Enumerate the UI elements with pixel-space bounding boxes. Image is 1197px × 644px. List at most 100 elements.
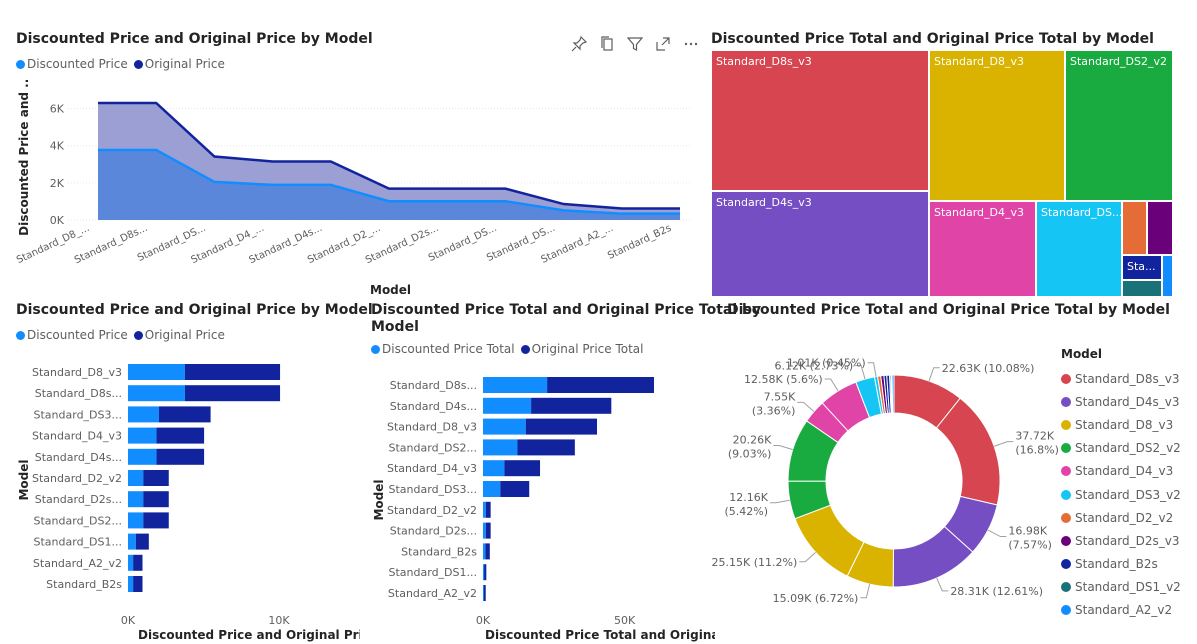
legend-label: Standard_A2_v2 [1075,603,1173,618]
legend-dot-icon [133,60,143,69]
category-label: Standard_DS1... [34,536,122,549]
bar-segment [485,501,491,518]
data-label-leader [867,362,877,377]
legend-label: Discounted Price [27,57,128,71]
donut-legend-item[interactable]: Standard_D8s_v3 [1061,367,1181,390]
bar-segment [500,481,530,497]
legend-dot-icon [1061,605,1071,616]
donut-legend-item[interactable]: Standard_DS3_v2 [1061,483,1181,506]
treemap-cell-label: Sta... [1127,260,1156,273]
legend-dot-icon [1061,512,1071,523]
data-label-leader [928,367,940,382]
category-label: Standard_D8_v3 [387,421,477,434]
legend-label: Discounted Price [27,328,128,342]
bar-chart-2[interactable]: Standard_D8s... Standard_D4s... Standard_D… [355,350,715,644]
data-label: 16.98K [1008,525,1047,538]
donut-chart[interactable]: 22.63K (10.08%) 37.72K(16.8%) 16.98K(7.57%… [711,340,1061,640]
treemap-cell[interactable]: Standard_DS2_v2 [1065,50,1173,201]
donut-legend-item[interactable]: Standard_A2_v2 [1061,599,1181,622]
data-label: (9.03%) [728,447,772,460]
legend-label: Standard_D4s_v3 [1075,394,1180,409]
legend-dot-icon [133,331,143,340]
treemap-cell[interactable]: Standard_D4_v3 [929,201,1036,297]
bar-segment [143,491,169,508]
bar-segment [483,418,526,435]
donut-legend-title: Model [1061,347,1103,361]
data-label-leader [799,552,816,563]
donut-legend-item[interactable]: Standard_D2s_v3 [1061,529,1181,552]
bar-segment [128,448,157,465]
bar-segment [143,470,169,486]
treemap-cell[interactable]: Standard_D8s_v3 [711,50,929,191]
legend-dot-icon [1061,396,1071,407]
category-label: Standard_A2_v2 [388,587,477,600]
y-tick-label: 0K [50,214,65,227]
bar-segment [504,460,541,477]
y-tick-label: 6K [50,103,65,116]
legend-label: Standard_B2s [1075,557,1158,572]
copy-icon[interactable] [598,36,616,54]
category-label: Standard_DS3... [34,408,122,421]
area-chart-title: Discounted Price and Original Price by M… [16,31,373,47]
bar-segment [128,470,144,486]
treemap-cell[interactable] [1162,255,1173,297]
bar-segment [531,397,612,414]
legend-label: Standard_D8s_v3 [1075,371,1180,386]
data-label: (16.8%) [1015,444,1059,457]
legend-label: Standard_D2s_v3 [1075,533,1180,548]
bar-segment [483,439,518,456]
data-label: 12.58K (5.6%) [744,373,823,386]
data-label: 37.72K [1015,430,1054,443]
legend-item-discounted[interactable]: Discounted Price [16,57,128,71]
bar-segment [517,439,575,456]
donut-legend-item[interactable]: Standard_D4_v3 [1061,460,1181,483]
donut-legend-item[interactable]: Standard_D8_v3 [1061,413,1181,436]
treemap-chart[interactable]: Standard_D8s_v3 Standard_D8_v3 Standard_DS… [711,50,1173,297]
legend-item-discounted[interactable]: Discounted Price [16,328,128,342]
legend-item-original[interactable]: Original Price [133,57,225,71]
treemap-cell[interactable] [1122,280,1162,297]
legend-label: Standard_DS1_v2 [1075,580,1181,595]
bar-segment [483,543,486,560]
bar-segment [483,397,532,414]
bar-chart-2-title-line2: Model [371,319,419,335]
y-axis-title: Discounted Price and ... [17,80,31,236]
bar-segment [483,460,505,477]
treemap-cell[interactable] [1147,201,1173,255]
pin-icon[interactable] [570,35,588,54]
x-tick-label: 0K [476,614,491,627]
data-label-leader [993,441,1014,447]
legend-item-original[interactable]: Original Price [133,328,225,342]
data-label-leader [860,584,871,599]
bar-segment [485,522,491,539]
bar-segment [128,385,185,402]
data-label: 7.55K [764,390,796,403]
treemap-cell[interactable]: Standard_D4s_v3 [711,191,929,297]
bar-segment [133,576,143,592]
area-chart[interactable]: 0K2K4K6KStandard_D8_...Standard_D8s...St… [0,80,705,300]
more-options-icon[interactable] [682,36,700,54]
legend-dot-icon [1061,373,1071,384]
donut-legend-item[interactable]: Standard_D2_v2 [1061,506,1181,529]
bar-segment [483,585,486,601]
treemap-cell[interactable]: Sta... [1122,255,1162,280]
bar-segment [135,533,149,550]
donut-legend-item[interactable]: Standard_D4s_v3 [1061,390,1181,413]
bar-chart-1[interactable]: Standard_D8_v3 Standard_D8s... Standard_DS… [0,350,360,644]
data-label-leader [987,529,1007,538]
focus-mode-icon[interactable] [654,36,672,54]
donut-legend-item[interactable]: Standard_DS1_v2 [1061,576,1181,599]
data-label-leader [824,378,839,392]
donut-legend-item[interactable]: Standard_DS2_v2 [1061,437,1181,460]
data-label-leader [936,577,949,592]
treemap-cell[interactable] [1122,201,1147,255]
treemap-cell[interactable]: Standard_D8_v3 [929,50,1065,201]
bar-segment [128,491,144,508]
category-label: Standard_D2s... [35,493,122,506]
bar-segment [156,448,205,465]
data-label: 20.26K [733,433,772,446]
filter-icon[interactable] [626,36,644,54]
category-label: Standard_D2_v2 [387,504,477,517]
treemap-cell[interactable]: Standard_DS... [1036,201,1122,297]
donut-legend-item[interactable]: Standard_B2s [1061,553,1181,576]
